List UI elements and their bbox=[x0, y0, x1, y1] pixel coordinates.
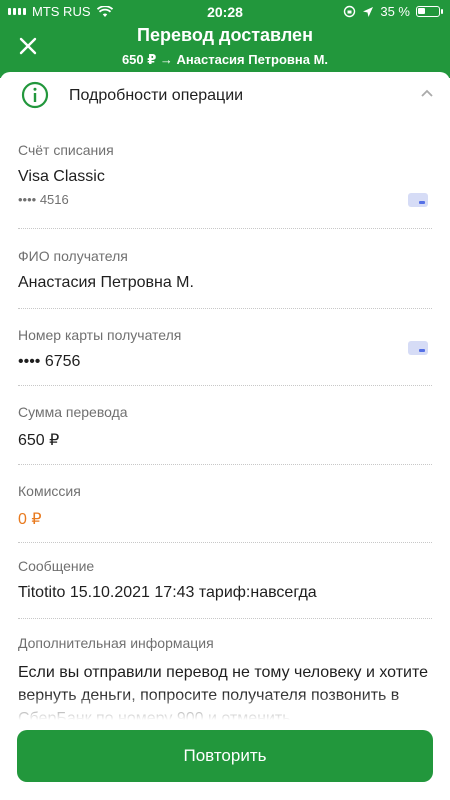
field-label: Комиссия bbox=[18, 483, 81, 499]
field-label: ФИО получателя bbox=[18, 248, 128, 264]
message-field: Сообщение Titotito 15.10.2021 17:43 тари… bbox=[18, 558, 432, 602]
battery-icon bbox=[416, 6, 443, 17]
field-value: Анастасия Петровна М. bbox=[18, 274, 194, 291]
field-value: Visa Classic bbox=[18, 168, 105, 185]
card-icon bbox=[408, 193, 428, 207]
details-panel: Подробности операции Счёт списания Visa … bbox=[0, 72, 450, 720]
divider bbox=[18, 385, 432, 386]
section-title: Подробности операции bbox=[69, 87, 244, 104]
orientation-lock-icon bbox=[344, 5, 356, 18]
info-icon bbox=[21, 81, 49, 109]
header-bar: MTS RUS 20:28 35 % Перевод доставлен 650… bbox=[0, 0, 450, 78]
divider bbox=[18, 228, 432, 229]
recipient-card-field: Номер карты получателя •••• 6756 bbox=[18, 327, 432, 371]
bottom-bar: Повторить bbox=[0, 720, 450, 800]
chevron-up-icon[interactable] bbox=[420, 88, 434, 98]
card-icon bbox=[408, 341, 428, 355]
field-label: Дополнительная информация bbox=[18, 635, 214, 651]
recipient-name-field: ФИО получателя Анастасия Петровна М. bbox=[18, 248, 432, 292]
field-label: Сумма перевода bbox=[18, 404, 128, 420]
location-icon bbox=[363, 6, 374, 17]
repeat-button[interactable]: Повторить bbox=[17, 730, 433, 782]
divider bbox=[18, 542, 432, 543]
commission-field: Комиссия 0 ₽ bbox=[18, 483, 432, 529]
divider bbox=[18, 464, 432, 465]
divider bbox=[18, 618, 432, 619]
amount-field: Сумма перевода 650 ₽ bbox=[18, 404, 432, 450]
scroll-fade bbox=[0, 692, 450, 720]
field-value: •••• 6756 bbox=[18, 353, 81, 370]
page-title: Перевод доставлен bbox=[137, 25, 313, 45]
field-label: Номер карты получателя bbox=[18, 327, 182, 343]
section-header[interactable]: Подробности операции bbox=[0, 72, 450, 120]
debit-account-field: Счёт списания Visa Classic •••• 4516 bbox=[18, 142, 432, 207]
status-bar: MTS RUS 20:28 35 % bbox=[0, 0, 450, 22]
field-label: Счёт списания bbox=[18, 142, 114, 158]
field-label: Сообщение bbox=[18, 558, 95, 574]
card-number: •••• 4516 bbox=[18, 192, 69, 207]
page-subtitle: 650 ₽ → Анастасия Петровна М. bbox=[121, 52, 329, 67]
field-value: 0 ₽ bbox=[18, 511, 42, 528]
divider bbox=[18, 308, 432, 309]
field-value: 650 ₽ bbox=[18, 432, 60, 449]
battery-percent: 35 % bbox=[380, 4, 410, 19]
field-value: Titotito 15.10.2021 17:43 тариф:навсегда bbox=[18, 584, 317, 601]
